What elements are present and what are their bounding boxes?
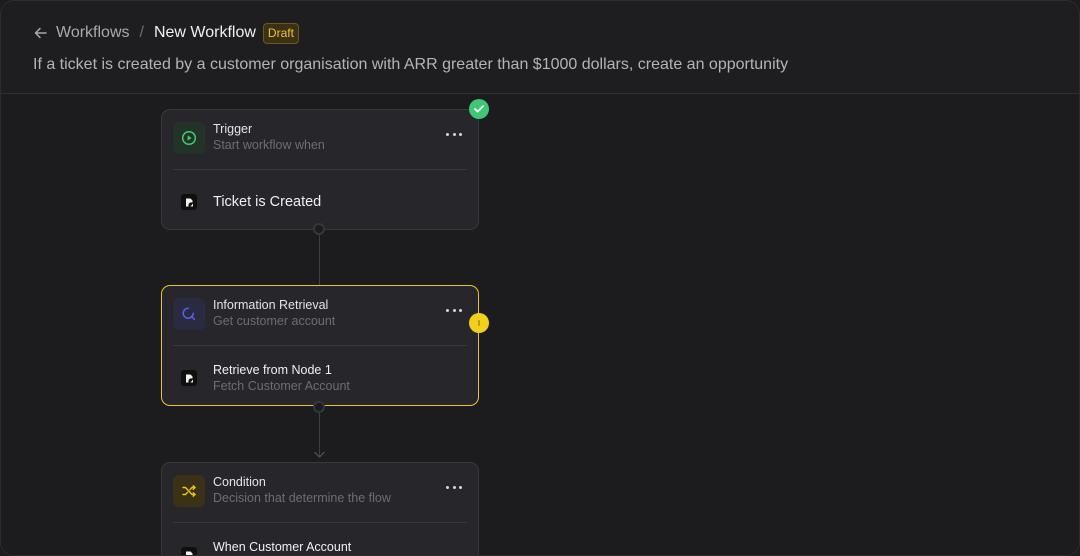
connector-line — [319, 235, 320, 285]
breadcrumb-workflows-link[interactable]: Workflows — [56, 24, 130, 42]
app-logo-icon — [181, 194, 197, 210]
app-logo-icon — [181, 547, 197, 555]
node-divider — [173, 169, 467, 170]
more-options-icon[interactable] — [446, 483, 462, 491]
retrieval-action-label: Retrieve from Node 1 — [213, 363, 332, 377]
node-output-port[interactable] — [313, 223, 325, 235]
draft-status-badge: Draft — [262, 22, 299, 44]
workflow-description[interactable]: If a ticket is created by a customer org… — [33, 56, 788, 74]
node-subtitle: Decision that determine the flow — [213, 491, 391, 505]
retrieval-action-subtitle: Fetch Customer Account — [213, 379, 350, 393]
more-options-icon[interactable] — [446, 130, 462, 138]
search-icon — [173, 298, 205, 330]
node-header: Condition Decision that determine the fl… — [162, 463, 478, 523]
check-icon — [469, 99, 489, 119]
node-subtitle: Get customer account — [213, 314, 336, 328]
node-subtitle: Start workflow when — [213, 138, 325, 152]
trigger-event-label: Ticket is Created — [213, 194, 322, 210]
node-divider — [173, 522, 467, 523]
app-logo-icon — [181, 370, 197, 386]
page-header: Workflows / New Workflow Draft If a tick… — [1, 1, 1079, 94]
node-output-port[interactable] — [313, 401, 325, 413]
condition-rule-label: When Customer Account — [213, 540, 352, 554]
workflow-canvas[interactable]: Trigger Start workflow when Ticket is Cr… — [1, 95, 1079, 555]
page-title[interactable]: New Workflow — [154, 24, 256, 42]
pending-status-icon — [469, 313, 489, 333]
arrow-down-icon — [314, 451, 325, 459]
node-header: Trigger Start workflow when — [162, 110, 478, 170]
breadcrumb: Workflows / New Workflow Draft — [34, 22, 299, 44]
back-arrow-icon[interactable] — [34, 26, 48, 40]
node-title: Condition — [213, 475, 266, 489]
node-title: Information Retrieval — [213, 298, 329, 312]
node-header: Information Retrieval Get customer accou… — [162, 286, 478, 346]
workflow-editor-window: Workflows / New Workflow Draft If a tick… — [0, 0, 1080, 556]
shuffle-icon — [173, 475, 205, 507]
breadcrumb-separator: / — [139, 24, 144, 41]
node-divider — [173, 345, 467, 346]
information-retrieval-node[interactable]: Information Retrieval Get customer accou… — [161, 285, 479, 406]
node-title: Trigger — [213, 122, 253, 136]
play-circle-icon — [173, 122, 205, 154]
condition-node[interactable]: Condition Decision that determine the fl… — [161, 462, 479, 555]
trigger-node[interactable]: Trigger Start workflow when Ticket is Cr… — [161, 109, 479, 230]
more-options-icon[interactable] — [446, 306, 462, 314]
